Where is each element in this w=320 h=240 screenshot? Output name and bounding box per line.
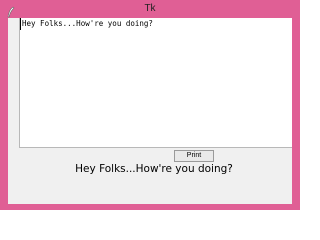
- title-bar[interactable]: Tk: [0, 0, 300, 18]
- text-input-content: Hey Folks...How're you doing?: [22, 19, 153, 28]
- text-cursor: [20, 18, 21, 30]
- output-label: Hey Folks...How're you doing?: [75, 163, 233, 175]
- client-area: Hey Folks...How're you doing? Print Hey …: [8, 18, 292, 204]
- text-input-area[interactable]: Hey Folks...How're you doing?: [19, 18, 292, 148]
- window-bottom-border: [0, 204, 300, 210]
- tk-window: Tk Hey Folks...How're you doing? Print H…: [0, 0, 300, 210]
- window-title: Tk: [144, 3, 156, 14]
- print-button[interactable]: Print: [174, 150, 214, 162]
